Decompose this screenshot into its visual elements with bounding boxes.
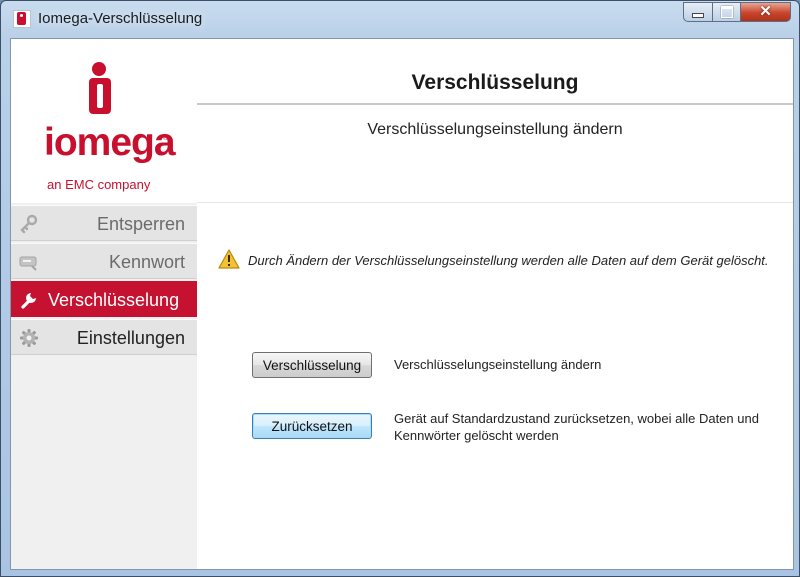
close-button[interactable]: ✕: [741, 2, 791, 22]
sidebar-item-label: Einstellungen: [76, 328, 185, 348]
sidebar-nav: Entsperren Kennwort Verschlüsselung Eins…: [11, 205, 197, 357]
zuruecksetzen-button[interactable]: Zurücksetzen: [252, 413, 372, 439]
page-subtitle: Verschlüsselungseinstellung ändern: [367, 121, 623, 138]
minimize-icon: [692, 12, 704, 18]
warning-message: Durch Ändern der Verschlüsselungseinstel…: [248, 253, 769, 268]
warning-icon: [218, 249, 240, 269]
zuruecksetzen-description: Gerät auf Standardzustand zurücksetzen, …: [394, 411, 759, 443]
main-content: Durch Ändern der Verschlüsselungseinstel…: [197, 203, 793, 569]
caption-buttons: ✕: [683, 2, 791, 24]
sidebar-item-label: Kennwort: [108, 252, 185, 272]
iomega-app-icon[interactable]: [13, 10, 31, 28]
sidebar-item-label: Verschlüsselung: [48, 290, 180, 310]
window-title: Iomega-Verschlüsselung: [38, 10, 203, 27]
close-icon: ✕: [759, 3, 772, 20]
password-icon: [19, 256, 37, 271]
page-title: Verschlüsselung: [411, 71, 579, 94]
header-divider: [197, 103, 793, 105]
page-header: Verschlüsselung Verschlüsselungseinstell…: [197, 39, 793, 203]
sidebar-item-entsperren[interactable]: Entsperren: [11, 205, 197, 241]
wrench-icon: [21, 293, 36, 309]
key-icon: [20, 214, 38, 234]
sidebar-item-kennwort[interactable]: Kennwort: [11, 243, 197, 279]
minimize-button[interactable]: [683, 2, 713, 22]
logo-wordmark: iomega: [44, 121, 176, 164]
maximize-icon: [720, 6, 733, 18]
client-area: iomega ® an EMC company Entsperren Kennw…: [10, 38, 794, 570]
app-window: Iomega-Verschlüsselung ✕ iomega ® an EMC…: [0, 0, 800, 577]
sidebar: iomega ® an EMC company Entsperren Kennw…: [11, 39, 197, 569]
logo-trademark: ®: [163, 135, 169, 142]
logo-tagline: an EMC company: [47, 177, 151, 192]
sidebar-item-label: Entsperren: [96, 214, 185, 234]
verschluesselung-description: Verschlüsselungseinstellung ändern: [394, 357, 602, 372]
sidebar-item-verschluesselung[interactable]: Verschlüsselung: [11, 281, 197, 317]
verschluesselung-button[interactable]: Verschlüsselung: [252, 352, 372, 378]
sidebar-item-einstellungen[interactable]: Einstellungen: [11, 319, 197, 355]
iomega-logo-mark-icon: [87, 62, 113, 114]
maximize-button[interactable]: [713, 2, 741, 22]
gear-icon: [20, 329, 38, 347]
iomega-logo: iomega ® an EMC company: [11, 39, 197, 203]
title-bar[interactable]: Iomega-Verschlüsselung ✕: [1, 1, 799, 37]
